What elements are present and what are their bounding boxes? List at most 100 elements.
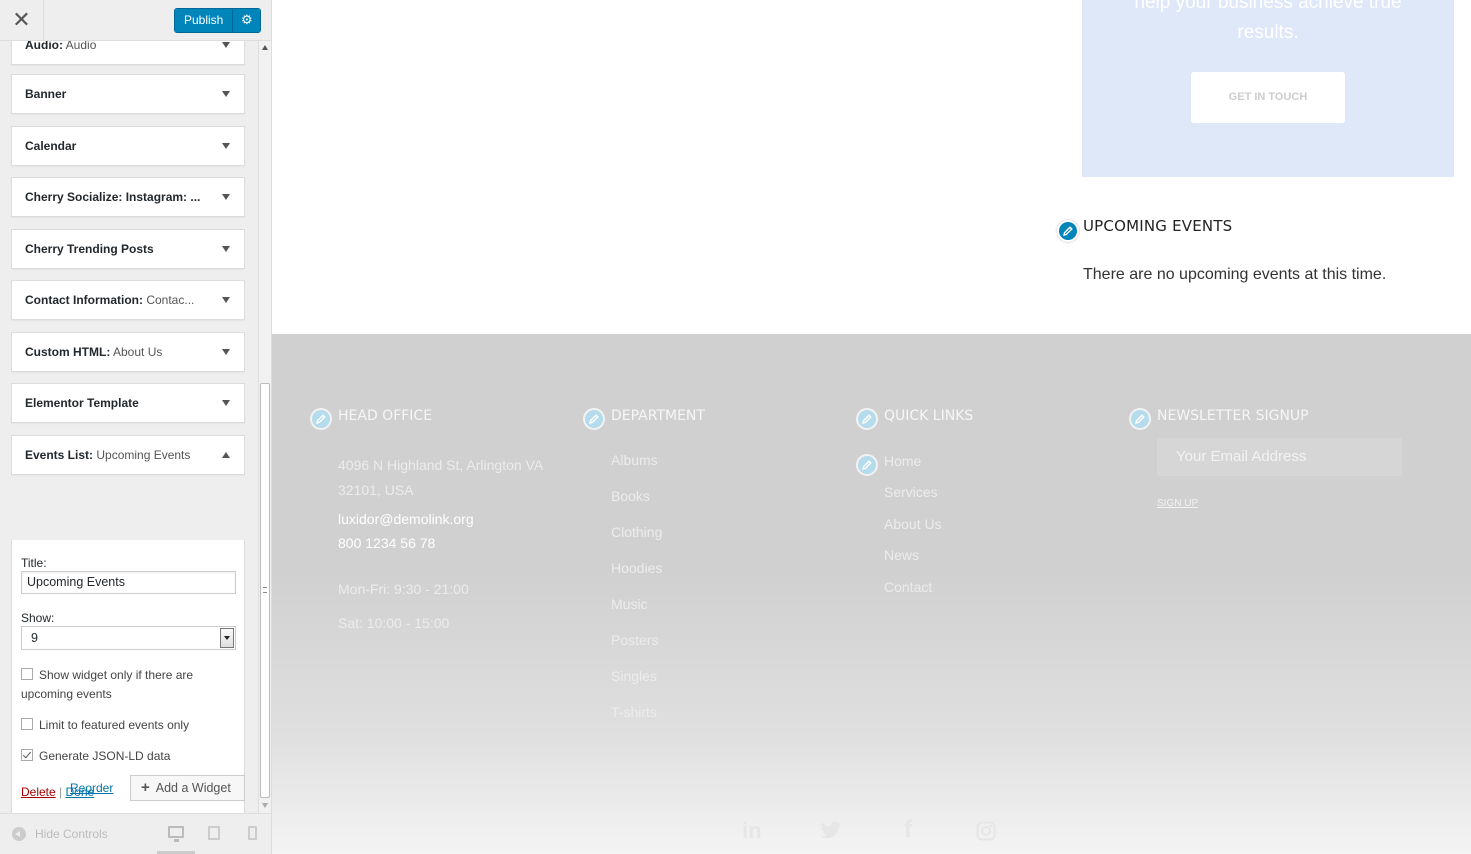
customizer-footer: Hide Controls xyxy=(0,813,271,854)
title-label: Title: xyxy=(21,556,47,570)
widget-title: Contact Information: Contac... xyxy=(25,293,195,307)
facebook-icon[interactable]: f xyxy=(904,816,912,844)
checkbox[interactable] xyxy=(21,668,33,680)
widget-title: Cherry Trending Posts xyxy=(25,242,154,256)
scroll-up-icon[interactable] xyxy=(262,45,268,50)
quick-link-news[interactable]: News xyxy=(884,547,919,563)
upcoming-events-message: There are no upcoming events at this tim… xyxy=(1083,266,1387,283)
department-link-posters[interactable]: Posters xyxy=(611,632,658,648)
checkbox-only-if-events[interactable]: Show widget only if there are upcoming e… xyxy=(21,666,236,704)
chevron-down-icon xyxy=(222,246,230,252)
sidebar-scrollbar[interactable] xyxy=(258,41,271,813)
chevron-down-icon xyxy=(222,91,230,97)
customizer-header: ✕ Publish ⚙ xyxy=(0,0,271,41)
quick-link-home[interactable]: Home xyxy=(884,453,921,469)
widget-events-list[interactable]: Events List: Upcoming Events xyxy=(11,435,245,475)
title-input[interactable]: Upcoming Events xyxy=(21,571,236,594)
customizer-sidebar: ✕ Publish ⚙ Audio: Audio Banner Calendar… xyxy=(0,0,272,854)
department-link-clothing[interactable]: Clothing xyxy=(611,524,662,540)
widget-custom-html[interactable]: Custom HTML: About Us xyxy=(11,332,245,372)
publish-button[interactable]: Publish xyxy=(175,9,234,32)
quick-link-contact[interactable]: Contact xyxy=(884,579,932,595)
newsletter-email-input[interactable]: Your Email Address xyxy=(1157,438,1402,476)
scrollbar-thumb[interactable] xyxy=(260,383,270,798)
events-list-form: Title: Upcoming Events Show: 9 Show widg… xyxy=(11,539,245,813)
hours-saturday: Sat: 10:00 - 15:00 xyxy=(338,615,450,631)
scroll-down-icon[interactable] xyxy=(262,803,268,808)
address-text: 4096 N Highland St, Arlington VA 32101, U… xyxy=(338,457,544,498)
upcoming-events-title: UPCOMING EVENTS xyxy=(1083,217,1233,235)
hours-weekday: Mon-Fri: 9:30 - 21:00 xyxy=(338,581,469,597)
show-select-value: 9 xyxy=(31,631,38,645)
edit-shortcut-icon[interactable] xyxy=(856,454,878,476)
plus-icon: + xyxy=(141,779,150,796)
department-title: DEPARTMENT xyxy=(611,408,705,424)
get-in-touch-button[interactable]: GET IN TOUCH xyxy=(1191,72,1345,123)
cta-text: help your business achieve true results. xyxy=(1134,0,1402,43)
publish-button-group: Publish ⚙ xyxy=(174,8,262,33)
widget-title: Banner xyxy=(25,87,67,101)
mobile-preview-icon[interactable] xyxy=(248,826,257,840)
department-link-books[interactable]: Books xyxy=(611,488,650,504)
separator: | xyxy=(55,785,66,799)
edit-shortcut-icon[interactable] xyxy=(310,408,332,430)
publish-settings-button[interactable]: ⚙ xyxy=(233,9,261,32)
widget-banner[interactable]: Banner xyxy=(11,74,245,114)
chevron-down-icon xyxy=(222,400,230,406)
newsletter-signup-link[interactable]: SIGN UP xyxy=(1157,498,1198,509)
department-link-albums[interactable]: Albums xyxy=(611,452,658,468)
widget-cherry-trending[interactable]: Cherry Trending Posts xyxy=(11,229,245,269)
desktop-preview-icon[interactable] xyxy=(168,826,184,842)
edit-shortcut-icon[interactable] xyxy=(1057,220,1079,242)
add-widget-button[interactable]: + Add a Widget xyxy=(130,775,245,801)
checkbox-checked[interactable] xyxy=(21,749,33,761)
chevron-down-icon xyxy=(222,194,230,200)
widget-audio[interactable]: Audio: Audio xyxy=(11,41,245,65)
checkbox-json-ld[interactable]: Generate JSON-LD data xyxy=(21,747,236,766)
linkedin-icon[interactable]: in xyxy=(742,818,762,844)
department-link-hoodies[interactable]: Hoodies xyxy=(611,560,662,576)
chevron-down-icon xyxy=(222,42,230,48)
delete-link[interactable]: Delete xyxy=(21,785,56,799)
edit-shortcut-icon[interactable] xyxy=(1129,408,1151,430)
chevron-down-icon xyxy=(222,143,230,149)
chevron-down-icon[interactable] xyxy=(220,628,234,648)
show-select[interactable]: 9 xyxy=(21,626,236,650)
close-customizer-button[interactable]: ✕ xyxy=(0,0,44,41)
quick-link-services[interactable]: Services xyxy=(884,484,938,500)
checkbox[interactable] xyxy=(21,718,33,730)
twitter-icon[interactable] xyxy=(820,821,842,844)
phone-link[interactable]: 800 1234 56 78 xyxy=(338,531,435,556)
widget-title: Custom HTML: About Us xyxy=(25,345,163,359)
cta-box: help your business achieve true results. … xyxy=(1082,0,1454,177)
widget-title: Elementor Template xyxy=(25,396,139,410)
edit-shortcut-icon[interactable] xyxy=(583,408,605,430)
department-link-tshirts[interactable]: T-shirts xyxy=(611,704,657,720)
email-link[interactable]: luxidor@demolink.org xyxy=(338,507,474,532)
tablet-preview-icon[interactable] xyxy=(208,826,220,840)
edit-shortcut-icon[interactable] xyxy=(856,408,878,430)
quick-links-title: QUICK LINKS xyxy=(884,408,974,424)
newsletter-title: NEWSLETTER SIGNUP xyxy=(1157,408,1309,424)
department-link-music[interactable]: Music xyxy=(611,596,648,612)
head-office-title: HEAD OFFICE xyxy=(338,408,433,424)
widget-elementor-template[interactable]: Elementor Template xyxy=(11,383,245,423)
department-link-singles[interactable]: Singles xyxy=(611,668,657,684)
widget-title: Audio: Audio xyxy=(25,41,97,52)
close-icon: ✕ xyxy=(12,8,31,33)
site-preview: help your business achieve true results. … xyxy=(272,0,1471,854)
customizer-screen: ✕ Publish ⚙ Audio: Audio Banner Calendar… xyxy=(0,0,1471,854)
quick-link-about[interactable]: About Us xyxy=(884,516,942,532)
widget-title: Events List: Upcoming Events xyxy=(25,448,191,462)
widget-title: Calendar xyxy=(25,139,77,153)
widget-cherry-socialize[interactable]: Cherry Socialize: Instagram: ... xyxy=(11,177,245,217)
widget-calendar[interactable]: Calendar xyxy=(11,126,245,166)
chevron-down-icon xyxy=(222,349,230,355)
widget-contact-info[interactable]: Contact Information: Contac... xyxy=(11,280,245,320)
hide-controls-button[interactable]: Hide Controls xyxy=(12,827,108,841)
instagram-icon[interactable] xyxy=(976,821,996,846)
site-footer: HEAD OFFICE 4096 N Highland St, Arlingto… xyxy=(272,334,1471,854)
checkbox-featured-only[interactable]: Limit to featured events only xyxy=(21,716,236,735)
reorder-link[interactable]: Reorder xyxy=(70,781,113,795)
widget-title: Cherry Socialize: Instagram: ... xyxy=(25,190,201,204)
